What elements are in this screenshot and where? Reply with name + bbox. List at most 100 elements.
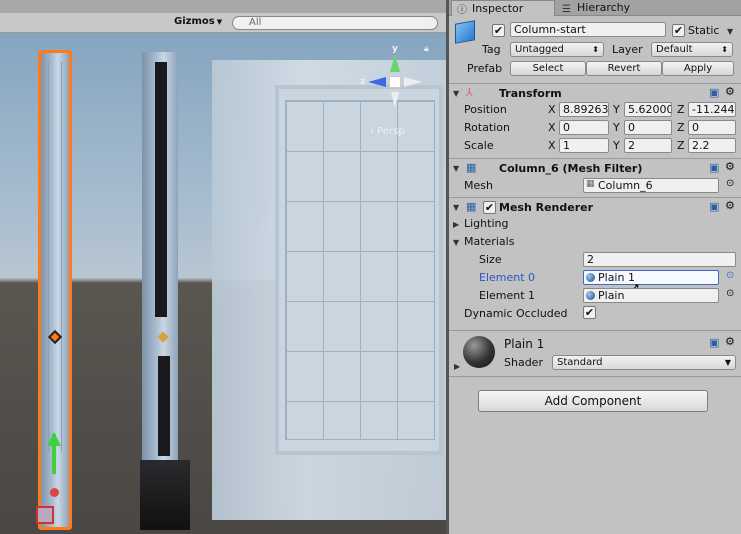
scene-orientation-gizmo[interactable]: y z 🔒︎ [360, 44, 430, 114]
object-picker-icon[interactable]: ⊙ [726, 178, 734, 189]
tab-inspector[interactable]: ⓘ Inspector [451, 0, 555, 16]
rotation-y-field[interactable]: 0 [624, 120, 672, 135]
prefab-label: Prefab [467, 62, 503, 75]
gizmo-negative-y-cone-icon[interactable] [391, 92, 399, 108]
tab-hierarchy-label: Hierarchy [577, 1, 631, 14]
transform-header[interactable]: ▼ ⅄ Transform ▣ ⚙ [449, 83, 741, 103]
x-axis-label: X [548, 121, 556, 134]
gizmo-x-cone-icon[interactable] [404, 77, 422, 87]
gear-icon[interactable]: ⚙ [725, 160, 735, 173]
dropdown-arrows-icon: ⬍ [592, 45, 599, 54]
dynamic-occluded-checkbox[interactable]: ✔ [583, 306, 596, 319]
active-checkbox[interactable]: ✔ [492, 24, 505, 37]
gizmo-y-cone-icon[interactable] [390, 54, 400, 72]
mesh-small-icon: ▦ [586, 179, 595, 189]
chevron-down-icon: ▼ [216, 18, 223, 26]
gizmo-z-cone-icon[interactable] [368, 77, 386, 87]
layer-value: Default [656, 44, 693, 55]
gear-icon[interactable]: ⚙ [725, 335, 735, 348]
fold-arrow-down-icon[interactable]: ▼ [453, 89, 459, 98]
scene-view[interactable]: Gizmos▼ ⚲ All y z 🔒︎ ‹ Persp [0, 0, 446, 534]
scale-x-field[interactable]: 1 [559, 138, 609, 153]
mesh-renderer-enabled-checkbox[interactable]: ✔ [483, 201, 496, 214]
mesh-filter-header[interactable]: ▼ ▦ Column_6 (Mesh Filter) ▣ ⚙ [449, 158, 741, 178]
element-1-label: Element 1 [479, 289, 536, 302]
projection-label[interactable]: ‹ Persp [370, 126, 405, 137]
layer-label: Layer [612, 43, 643, 56]
element-0-material-field[interactable]: Plain 1 [583, 270, 719, 285]
prefab-revert-button[interactable]: Revert [586, 61, 662, 76]
materials-size-field[interactable]: 2 [583, 252, 736, 267]
mesh-renderer-title: Mesh Renderer [499, 201, 594, 214]
object-name-field[interactable]: Column-start [510, 22, 666, 37]
pivot-square-icon [36, 506, 54, 524]
shader-dropdown[interactable]: Standard ▼ [552, 355, 736, 370]
rotation-z-field[interactable]: 0 [688, 120, 736, 135]
mesh-grid-icon: ▦ [466, 161, 477, 174]
column-2-dark-inlay [155, 62, 167, 317]
static-checkbox[interactable]: ✔ [672, 24, 685, 37]
y-axis-label: Y [613, 103, 620, 116]
gear-icon[interactable]: ⚙ [725, 85, 735, 98]
position-x-field[interactable]: 8.89263 [559, 102, 609, 117]
info-icon: ⓘ [457, 5, 467, 16]
prefab-select-button[interactable]: Select [510, 61, 586, 76]
scene-search-input[interactable]: All [232, 16, 438, 30]
dropdown-arrows-icon: ⬍ [721, 45, 728, 54]
door-panel-object[interactable] [285, 100, 435, 440]
help-book-icon[interactable]: ▣ [709, 200, 719, 213]
size-label: Size [479, 253, 502, 266]
layer-dropdown[interactable]: Default ⬍ [651, 42, 733, 57]
material-preview-sphere[interactable] [463, 336, 495, 368]
lighting-foldout[interactable]: Lighting [464, 217, 508, 230]
gizmos-dropdown[interactable]: Gizmos ▼ [174, 16, 222, 27]
lock-icon[interactable]: 🔒︎ [424, 44, 429, 54]
column-2-dark-inlay-lower [158, 356, 170, 456]
gear-icon[interactable]: ⚙ [725, 199, 735, 212]
mesh-renderer-header[interactable]: ▼ ▦ ✔ Mesh Renderer ▣ ⚙ [449, 197, 741, 217]
help-book-icon[interactable]: ▣ [709, 86, 719, 99]
position-y-field[interactable]: 5.62000 [624, 102, 672, 117]
inspector-panel: ⓘ Inspector ☰ Hierarchy ✔ Column-start ✔ S… [449, 0, 741, 534]
scale-y-field[interactable]: 2 [624, 138, 672, 153]
z-axis-label: Z [677, 103, 685, 116]
scale-z-field[interactable]: 2.2 [688, 138, 736, 153]
static-label: Static [688, 24, 720, 37]
y-axis-label: Y [613, 121, 620, 134]
rotation-x-field[interactable]: 0 [559, 120, 609, 135]
help-book-icon[interactable]: ▣ [709, 161, 719, 174]
x-axis-label: X [548, 103, 556, 116]
fold-arrow-down-icon[interactable]: ▼ [453, 164, 459, 173]
game-object-icon [455, 20, 475, 44]
fold-arrow-right-icon[interactable]: ▶ [454, 362, 460, 371]
material-ball-icon [586, 273, 595, 282]
object-picker-icon[interactable]: ⊙ [726, 288, 734, 299]
gizmo-center-cube-icon[interactable] [389, 76, 401, 88]
column-2-base [140, 460, 190, 530]
mesh-value: Column_6 [598, 179, 653, 192]
tab-hierarchy[interactable]: ☰ Hierarchy [557, 0, 667, 16]
rotation-label: Rotation [464, 121, 511, 134]
mesh-filter-title: Column_6 (Mesh Filter) [499, 162, 643, 175]
column-inner-groove [48, 62, 62, 452]
scene-title-strip [0, 0, 446, 13]
fold-arrow-right-icon[interactable]: ▶ [453, 220, 459, 229]
prefab-apply-button[interactable]: Apply [662, 61, 734, 76]
x-axis-label: X [548, 139, 556, 152]
fold-arrow-down-icon[interactable]: ▼ [453, 238, 459, 247]
static-dropdown-icon[interactable]: ▼ [727, 27, 733, 36]
object-picker-icon[interactable]: ⊙ [726, 270, 734, 281]
fold-arrow-down-icon[interactable]: ▼ [453, 203, 459, 212]
move-gizmo-arrow-head-icon [47, 432, 61, 446]
mesh-object-field[interactable]: Column_6 [583, 178, 719, 193]
add-component-button[interactable]: Add Component [478, 390, 708, 412]
z-axis-label: Z [677, 139, 685, 152]
dynamic-occluded-label: Dynamic Occluded [464, 307, 568, 320]
tag-dropdown[interactable]: Untagged ⬍ [510, 42, 604, 57]
position-z-field[interactable]: -11.244 [688, 102, 736, 117]
materials-foldout[interactable]: Materials [464, 235, 514, 248]
help-book-icon[interactable]: ▣ [709, 336, 719, 349]
element-1-material-field[interactable]: Plain [583, 288, 719, 303]
gizmo-axis-y-label: y [392, 44, 398, 54]
transform-axes-icon: ⅄ [466, 86, 473, 99]
